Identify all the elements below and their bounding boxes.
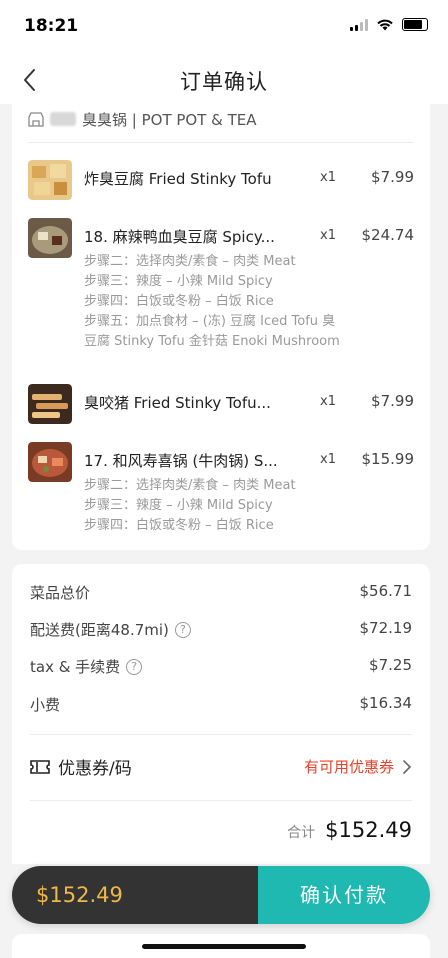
delivery-fee-value: $72.19: [359, 619, 413, 637]
summary-card: 菜品总价 $56.71 配送费(距离48.7mi) ? $72.19 tax &…: [12, 564, 430, 864]
item-option: 步骤五：加点食材 – (冻) 豆腐 Iced Tofu 臭豆腐 Stinky T…: [84, 314, 340, 349]
item-name: 臭咬猪 Fried Stinky Tofu...: [84, 394, 271, 412]
cellular-signal-icon: [350, 18, 368, 31]
tax-row: tax & 手续费 ? $7.25: [30, 656, 412, 680]
coupon-row[interactable]: 优惠券/码 有可用优惠券: [30, 752, 412, 780]
item-option: 步骤四：白饭或冬粉 – 白饭 Rice: [84, 294, 274, 309]
divider: [30, 800, 412, 801]
item-option: 步骤四：白饭或冬粉 – 白饭 Rice: [84, 518, 274, 533]
pay-amount: $152.49: [12, 866, 258, 924]
total-label: 合计: [287, 825, 316, 841]
food-thumbnail: [28, 218, 72, 258]
confirm-pay-button[interactable]: 确认付款: [258, 866, 430, 924]
subtotal-row: 菜品总价 $56.71: [30, 582, 412, 606]
item-option: 步骤二：选择肉类/素食 – 肉类 Meat: [84, 254, 296, 269]
tip-value: $16.34: [359, 694, 413, 712]
store-header: 臭臭锅 | POT POT & TEA: [28, 104, 257, 134]
wifi-icon: [377, 19, 393, 31]
order-card: 臭臭锅 | POT POT & TEA 炸臭豆腐 Fried Stinky To…: [12, 104, 430, 550]
order-item: 臭咬猪 Fried Stinky Tofu... x1 $7.99: [28, 384, 414, 428]
item-options: 步骤二：选择肉类/素食 – 肉类 Meat 步骤三：辣度 – 小辣 Mild S…: [84, 476, 344, 536]
item-quantity: x1: [320, 394, 336, 409]
home-indicator: [142, 944, 306, 949]
battery-icon: [402, 18, 428, 31]
tax-value: $7.25: [369, 656, 412, 674]
item-name: 18. 麻辣鸭血臭豆腐 Spicy...: [84, 228, 275, 246]
help-icon[interactable]: ?: [126, 658, 143, 675]
item-options: 步骤二：选择肉类/素食 – 肉类 Meat 步骤三：辣度 – 小辣 Mild S…: [84, 252, 344, 352]
divider: [30, 734, 412, 735]
food-thumbnail: [28, 442, 72, 482]
item-name: 炸臭豆腐 Fried Stinky Tofu: [84, 170, 272, 188]
item-quantity: x1: [320, 170, 336, 185]
item-price: $24.74: [361, 226, 415, 244]
order-item: 18. 麻辣鸭血臭豆腐 Spicy... x1 $24.74 步骤二：选择肉类/…: [28, 218, 414, 358]
status-time: 18:21: [24, 16, 79, 36]
item-quantity: x1: [320, 228, 336, 243]
store-name-redacted: [50, 112, 76, 126]
store-name: 臭臭锅 | POT POT & TEA: [82, 110, 257, 129]
coupon-label: 优惠券/码: [58, 759, 132, 779]
item-option: 步骤三：辣度 – 小辣 Mild Spicy: [84, 498, 273, 513]
coupon-ticket-icon: [30, 759, 50, 774]
nav-bar: 订单确认: [0, 56, 448, 104]
delivery-fee-label: 配送费(距离48.7mi): [30, 621, 169, 639]
coupon-available-text: 有可用优惠券: [303, 758, 394, 776]
total-row: 合计 $152.49: [287, 818, 412, 842]
tax-label: tax & 手续费: [30, 658, 121, 676]
subtotal-label: 菜品总价: [30, 584, 91, 602]
item-price: $15.99: [361, 450, 415, 468]
total-value: $152.49: [325, 818, 412, 842]
food-thumbnail: [28, 384, 72, 424]
item-price: $7.99: [371, 168, 414, 186]
item-name: 17. 和风寿喜锅 (牛肉锅) S...: [84, 452, 278, 470]
status-icons: [350, 18, 428, 31]
chevron-right-icon: [403, 759, 412, 774]
status-bar: 18:21: [0, 0, 448, 56]
store-icon: [28, 112, 44, 127]
pay-bar: $152.49 确认付款: [12, 866, 430, 924]
tip-label: 小费: [30, 696, 61, 714]
item-quantity: x1: [320, 452, 336, 467]
subtotal-value: $56.71: [359, 582, 413, 600]
food-thumbnail: [28, 160, 72, 200]
help-icon[interactable]: ?: [174, 621, 191, 638]
order-item: 17. 和风寿喜锅 (牛肉锅) S... x1 $15.99 步骤二：选择肉类/…: [28, 442, 415, 533]
divider: [28, 142, 414, 143]
tip-row: 小费 $16.34: [30, 694, 412, 718]
item-option: 步骤三：辣度 – 小辣 Mild Spicy: [84, 274, 273, 289]
page-title: 订单确认: [180, 70, 268, 94]
item-price: $7.99: [371, 392, 414, 410]
item-option: 步骤二：选择肉类/素食 – 肉类 Meat: [84, 478, 296, 493]
delivery-fee-row: 配送费(距离48.7mi) ? $72.19: [30, 619, 412, 643]
order-item: 炸臭豆腐 Fried Stinky Tofu x1 $7.99: [28, 160, 414, 204]
